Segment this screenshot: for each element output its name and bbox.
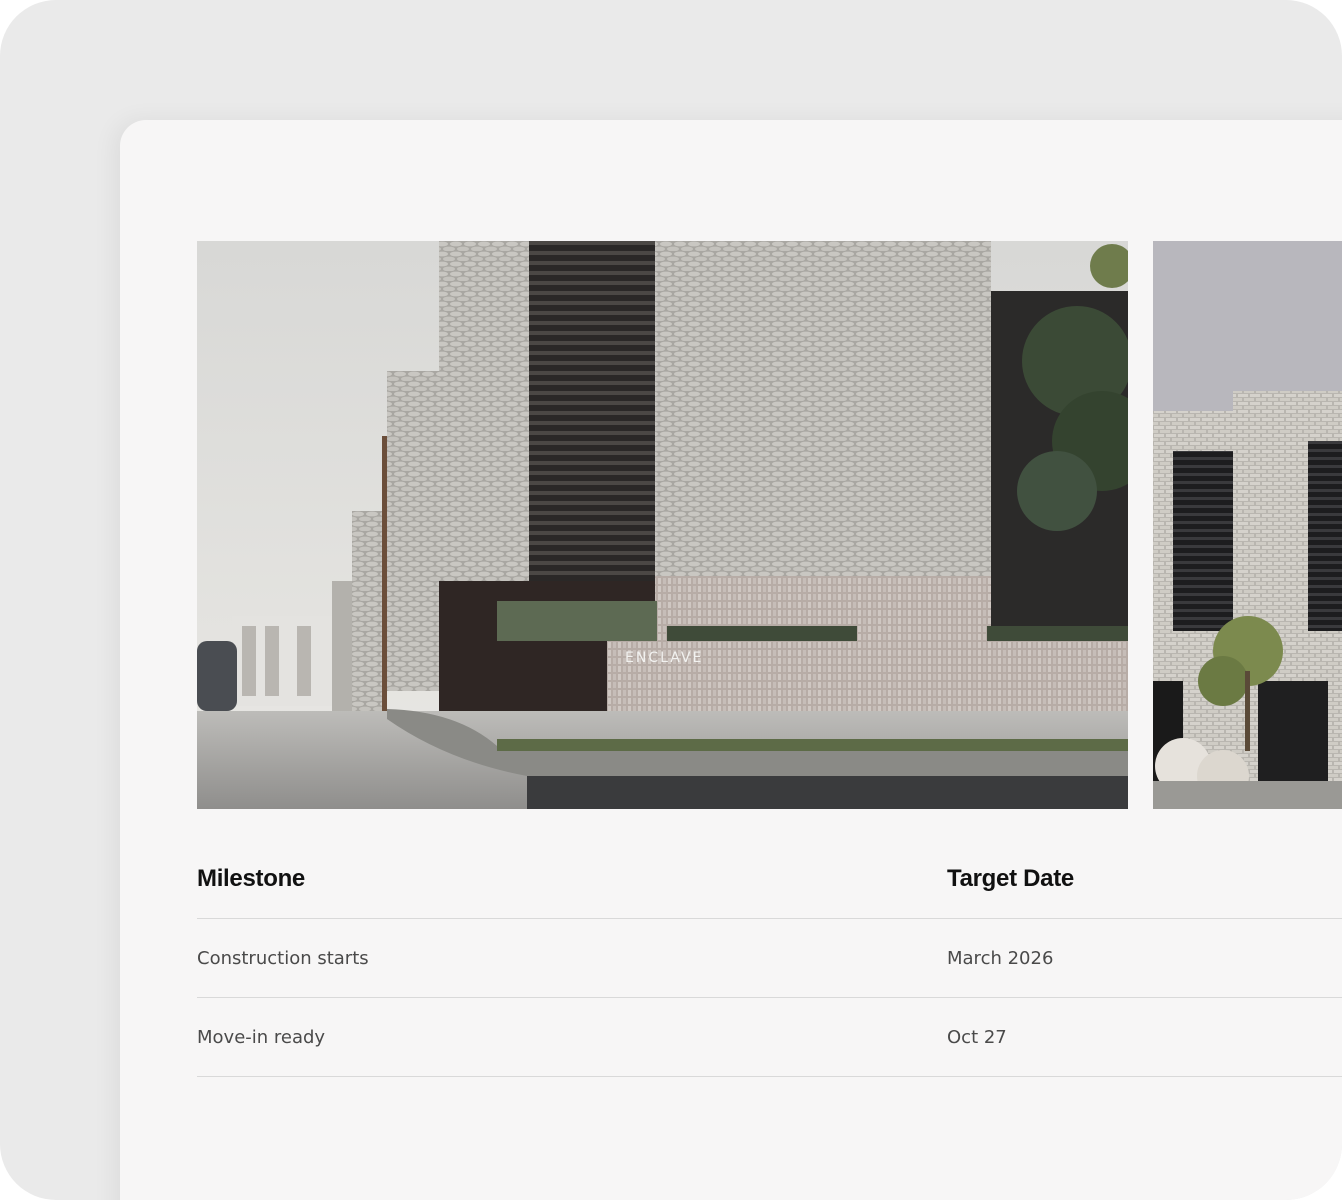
table-row: Construction starts March 2026 bbox=[197, 919, 1342, 998]
gallery-image-main[interactable]: ENCLAVE bbox=[197, 241, 1128, 809]
target-date-cell: Oct 27 bbox=[947, 1026, 1007, 1048]
table-row: Move-in ready Oct 27 bbox=[197, 998, 1342, 1077]
target-date-cell: March 2026 bbox=[947, 947, 1054, 969]
milestones-table: Milestone Target Date Construction start… bbox=[197, 840, 1342, 1077]
building-render-illustration: ENCLAVE bbox=[197, 241, 1128, 809]
building-render-illustration-2 bbox=[1153, 241, 1342, 809]
gallery-image-next[interactable] bbox=[1153, 241, 1342, 809]
table-header-row: Milestone Target Date bbox=[197, 840, 1342, 919]
building-sign-text: ENCLAVE bbox=[625, 650, 703, 666]
column-header-target-date: Target Date bbox=[947, 865, 1074, 892]
content-card: ENCLAVE Milestone Target Date Constructi… bbox=[120, 120, 1342, 1200]
column-header-milestone: Milestone bbox=[197, 865, 305, 892]
milestone-cell: Construction starts bbox=[197, 947, 369, 969]
milestone-cell: Move-in ready bbox=[197, 1026, 326, 1048]
app-background: ENCLAVE Milestone Target Date Constructi… bbox=[0, 0, 1342, 1200]
